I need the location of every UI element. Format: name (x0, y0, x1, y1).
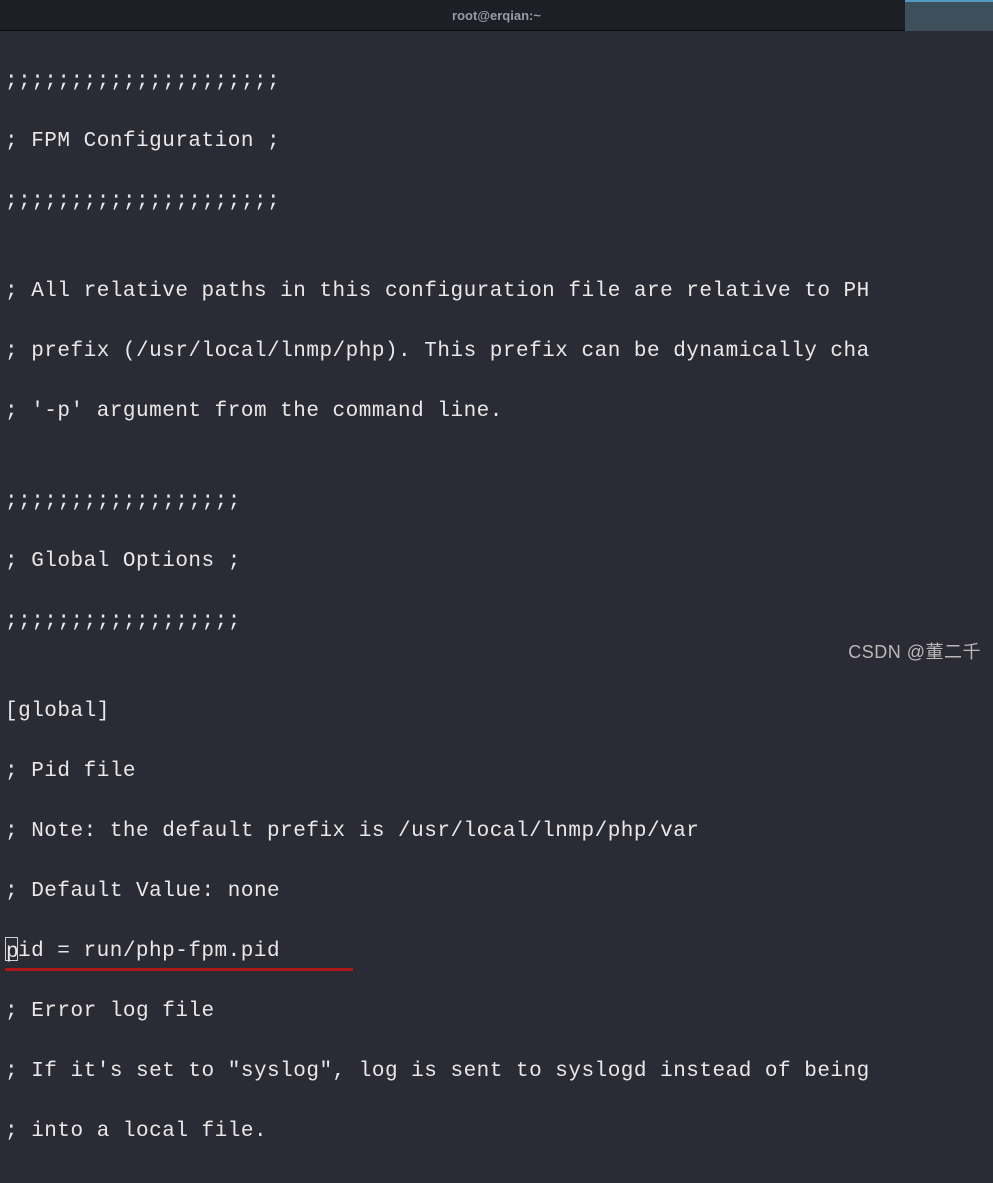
config-line: ; '-p' argument from the command line. (5, 397, 988, 427)
watermark: CSDN @董二千 (848, 638, 981, 664)
cursor: p (5, 937, 18, 961)
titlebar: root@erqian:~ × (0, 0, 993, 31)
config-line: ; FPM Configuration ; (5, 127, 988, 157)
config-line: ;;;;;;;;;;;;;;;;;;;;; (5, 67, 988, 97)
config-section-header: [global] (5, 697, 988, 727)
pid-setting-line: pid = run/php-fpm.pid (5, 937, 280, 967)
config-line: ;;;;;;;;;;;;;;;;;;;;; (5, 187, 988, 217)
pid-text: id = run/php-fpm.pid (18, 940, 280, 963)
config-line: ; into a local file. (5, 1117, 988, 1147)
config-line: ;;;;;;;;;;;;;;;;;; (5, 607, 988, 637)
config-line: ;;;;;;;;;;;;;;;;;; (5, 487, 988, 517)
config-line: ; Note: the default prefix is /usr/local… (5, 817, 988, 847)
config-line: ; Error log file (5, 997, 988, 1027)
config-line: ; If it's set to "syslog", log is sent t… (5, 1057, 988, 1087)
editor-content[interactable]: ;;;;;;;;;;;;;;;;;;;;; ; FPM Configuratio… (0, 31, 993, 1183)
config-line: ; prefix (/usr/local/lnmp/php). This pre… (5, 337, 988, 367)
highlight-underline (5, 968, 353, 971)
config-line: ; Pid file (5, 757, 988, 787)
config-line: ; All relative paths in this configurati… (5, 277, 988, 307)
config-line: ; Global Options ; (5, 547, 988, 577)
config-line: ; Default Value: none (5, 877, 988, 907)
window-title: root@erqian:~ (452, 8, 541, 23)
second-tab[interactable] (905, 0, 993, 31)
